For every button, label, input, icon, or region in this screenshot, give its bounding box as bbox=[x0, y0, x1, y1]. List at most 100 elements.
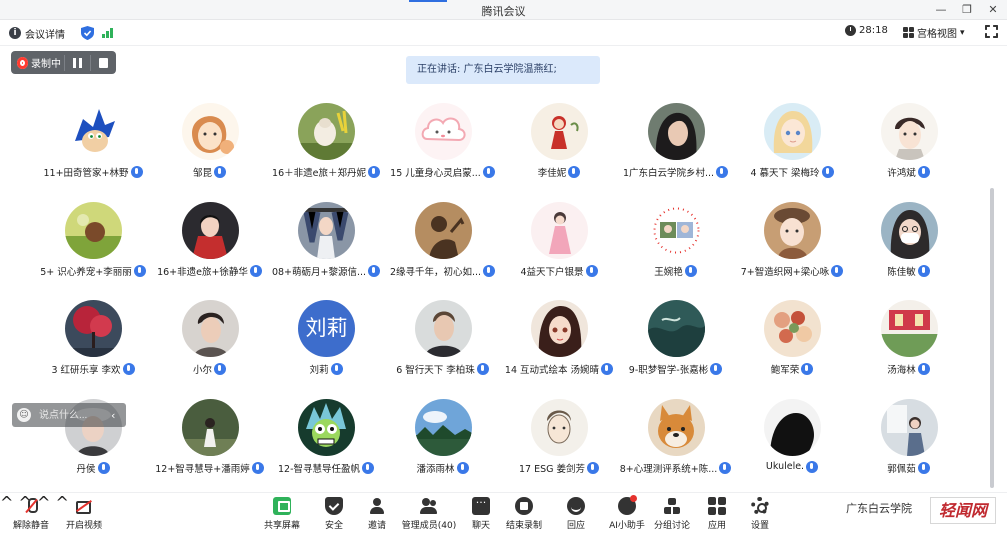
fullscreen-icon[interactable] bbox=[985, 25, 998, 38]
participant-tile[interactable]: 12-智寻慧导任盈帆 bbox=[268, 392, 384, 482]
participant-tile[interactable]: 李佳妮 bbox=[501, 96, 617, 186]
participant-tile[interactable]: 3 红研乐享 李欢 bbox=[35, 293, 151, 383]
participant-tile[interactable]: 4益天下户银景 bbox=[501, 195, 617, 285]
participant-name: 鲍军荣 bbox=[770, 365, 800, 376]
network-signal-icon[interactable] bbox=[102, 28, 114, 38]
participant-tile[interactable]: 4 慕天下 梁梅玲 bbox=[734, 96, 850, 186]
participant-tile[interactable]: 刘莉 刘莉 bbox=[268, 293, 384, 383]
restore-button[interactable]: ❐ bbox=[954, 1, 980, 19]
mic-icon bbox=[97, 461, 110, 474]
participant-tile[interactable]: 陈佳敏 bbox=[851, 195, 967, 285]
participant-tile[interactable]: Ukulele. bbox=[734, 392, 850, 482]
participant-name-line: 15 儿童身心灵启蒙... bbox=[385, 165, 501, 179]
participant-tile[interactable]: 11+田奇管家+林野 bbox=[35, 96, 151, 186]
ai-assistant-label: AI小助手 bbox=[609, 521, 645, 531]
participant-tile[interactable]: 1广东白云学院乡村... bbox=[618, 96, 734, 186]
security-button[interactable]: 安全 bbox=[310, 497, 358, 531]
participant-name-line: Ukulele. bbox=[734, 460, 850, 473]
mic-icon bbox=[585, 264, 598, 277]
gear-icon bbox=[751, 497, 769, 515]
avatar bbox=[647, 201, 705, 259]
reactions-button[interactable]: 回应 bbox=[552, 497, 600, 531]
start-video-button[interactable]: 开启视频 bbox=[60, 497, 108, 531]
stop-recording-icon[interactable] bbox=[98, 57, 109, 68]
apps-button[interactable]: 应用 bbox=[693, 497, 741, 531]
participant-tile[interactable]: 邹昆 bbox=[152, 96, 268, 186]
participant-tile[interactable]: 王婉艳 bbox=[618, 195, 734, 285]
share-screen-icon bbox=[273, 497, 291, 515]
participant-name-line: 鲍军荣 bbox=[734, 362, 850, 376]
end-recording-button[interactable]: 结束录制 bbox=[500, 497, 548, 531]
reaction-icon bbox=[567, 497, 585, 515]
participant-name: 8+心理测评系统+陈... bbox=[619, 463, 718, 475]
participant-tile[interactable]: 9-职梦智学-张嘉彬 bbox=[618, 293, 734, 383]
participant-tile[interactable]: 17 ESG 姜剑芳 bbox=[501, 392, 617, 482]
participant-tile[interactable]: 8+心理测评系统+陈... bbox=[618, 392, 734, 482]
participant-name-line: 16+非遗e旅+徐静华 bbox=[152, 264, 268, 278]
avatar bbox=[414, 398, 472, 456]
unmute-button[interactable]: 解除静音 bbox=[7, 497, 55, 531]
title-accent bbox=[409, 0, 447, 2]
emoji-icon[interactable]: ☺ bbox=[17, 408, 31, 422]
participant-tile[interactable]: 7+智造织网+梁心咏 bbox=[734, 195, 850, 285]
mic-icon bbox=[214, 166, 226, 178]
participant-tile[interactable]: 郭佩茹 bbox=[851, 392, 967, 482]
close-button[interactable]: ✕ bbox=[980, 1, 1006, 19]
participant-tile[interactable]: 2缘寻千年，初心如... bbox=[385, 195, 501, 285]
participant-name: 9-职梦智学-张嘉彬 bbox=[628, 365, 709, 376]
participant-name-line: 14 互动式绘本 汤婉晴 bbox=[501, 362, 617, 376]
chat-button[interactable]: 聊天 bbox=[457, 496, 505, 531]
settings-button[interactable]: 设置 bbox=[736, 497, 784, 531]
mic-icon bbox=[330, 363, 343, 375]
meeting-info-button[interactable]: i 会议详情 bbox=[9, 25, 65, 41]
participant-name-line: 3 红研乐享 李欢 bbox=[35, 362, 151, 376]
participant-tile[interactable]: 14 互动式绘本 汤婉晴 bbox=[501, 293, 617, 383]
manage-members-button[interactable]: 管理成员(40) bbox=[398, 497, 460, 531]
participant-tile[interactable]: 小尔 bbox=[152, 293, 268, 383]
mic-icon bbox=[476, 363, 489, 375]
breakout-button[interactable]: 分组讨论 bbox=[648, 497, 696, 531]
pause-recording-icon[interactable] bbox=[72, 57, 82, 68]
participant-tile[interactable]: 12+智寻慧导+潘雨婷 bbox=[152, 392, 268, 482]
participant-name: 6 智行天下 李柏珠 bbox=[396, 365, 475, 376]
participant-tile[interactable]: 6 智行天下 李柏珠 bbox=[385, 293, 501, 383]
ai-assistant-button[interactable]: AI小助手 bbox=[603, 495, 651, 531]
security-shield-icon[interactable] bbox=[81, 26, 94, 40]
avatar bbox=[181, 201, 239, 259]
participant-tile[interactable]: 许鸿斌 bbox=[851, 96, 967, 186]
mic-icon bbox=[367, 166, 380, 178]
chat-input[interactable] bbox=[39, 406, 109, 424]
avatar bbox=[181, 103, 239, 160]
share-screen-button[interactable]: 共享屏幕 bbox=[258, 497, 306, 531]
clock-icon bbox=[845, 25, 856, 36]
invite-button[interactable]: 邀请 bbox=[353, 497, 401, 531]
participant-tile[interactable]: 潘添雨林 bbox=[385, 392, 501, 482]
breakout-icon bbox=[663, 497, 681, 515]
mic-icon bbox=[719, 461, 732, 474]
participant-name: 1广东白云学院乡村... bbox=[622, 168, 715, 179]
share-screen-label: 共享屏幕 bbox=[263, 521, 300, 531]
mic-icon bbox=[601, 363, 614, 375]
participant-tile[interactable]: 5+ 识心养宠+李丽丽 bbox=[35, 195, 151, 285]
participant-tile[interactable]: 08+萌砺月+黎源信... bbox=[268, 195, 384, 285]
participant-name: 3 红研乐享 李欢 bbox=[51, 365, 121, 376]
avatar bbox=[764, 103, 821, 160]
collapse-icon[interactable]: ‹ bbox=[111, 409, 115, 422]
participant-tile[interactable]: 汤海林 bbox=[851, 293, 967, 383]
participant-tile[interactable]: 鲍军荣 bbox=[734, 293, 850, 383]
participant-name: 郭佩茹 bbox=[887, 463, 916, 475]
avatar bbox=[647, 398, 705, 456]
participant-tile[interactable]: 16+非遗e旅+徐静华 bbox=[152, 195, 268, 285]
avatar bbox=[298, 103, 355, 160]
minimize-button[interactable]: — bbox=[928, 1, 954, 19]
view-mode-button[interactable]: 宫格视图 ▾ bbox=[903, 25, 965, 40]
participant-tile[interactable]: 16＋非遗e旅＋郑丹妮 bbox=[268, 96, 384, 186]
participant-tile[interactable]: 15 儿童身心灵启蒙... bbox=[385, 96, 501, 186]
avatar bbox=[764, 398, 821, 456]
grid-scrollbar[interactable] bbox=[990, 188, 994, 488]
mic-icon bbox=[214, 363, 226, 375]
participant-name-line: 汤海林 bbox=[851, 362, 967, 376]
participant-name: 17 ESG 姜剑芳 bbox=[518, 463, 586, 475]
mic-icon bbox=[831, 264, 844, 277]
avatar: 刘莉 bbox=[298, 300, 355, 357]
